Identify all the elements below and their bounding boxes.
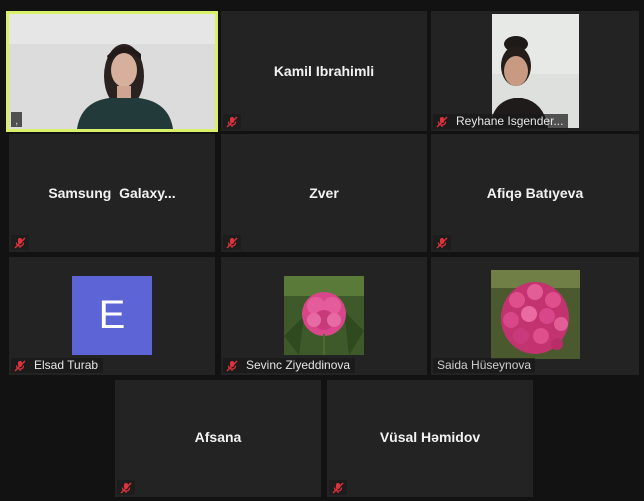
avatar-letter: E <box>72 276 152 355</box>
muted-mic-icon <box>436 237 448 248</box>
participant-tile-active-speaker[interactable]: , <box>6 11 218 132</box>
participant-tile[interactable]: Saida Hüseynova <box>431 257 639 375</box>
participant-tile[interactable]: Reyhane Isgender... <box>431 11 639 131</box>
participant-name: Afiqə Batıyeva <box>486 185 584 201</box>
participant-tile[interactable]: E Elsad Turab <box>9 257 215 375</box>
participant-status <box>223 235 241 250</box>
participant-status: Sevinc Ziyeddinova <box>223 358 356 373</box>
muted-mic-icon <box>14 360 26 371</box>
participant-name-label: , <box>11 112 23 127</box>
participant-name: Vüsal Həmidov <box>379 429 481 445</box>
participant-tile[interactable]: Vüsal Həmidov <box>327 380 533 497</box>
participant-name: Zver <box>309 185 339 201</box>
participant-name: Afsana <box>194 429 242 445</box>
muted-mic-icon <box>226 360 238 371</box>
muted-mic-icon <box>226 116 238 127</box>
participant-tile[interactable]: Sevinc Ziyeddinova <box>221 257 427 375</box>
participant-status: Saida Hüseynova <box>433 358 536 373</box>
participant-tile[interactable]: Kamil Ibrahimli <box>221 11 427 131</box>
participant-name-label: Sevinc Ziyeddinova <box>246 358 351 372</box>
participant-status <box>117 480 135 495</box>
muted-mic-icon <box>120 482 132 493</box>
participant-status <box>223 114 241 129</box>
participant-name: Samsung Galaxy... <box>48 185 176 201</box>
participant-status: Reyhane Isgender... <box>433 114 569 129</box>
participant-status: Elsad Turab <box>11 358 104 373</box>
participant-tile[interactable]: Afsana <box>115 380 321 497</box>
muted-mic-icon <box>14 237 26 248</box>
muted-mic-icon <box>226 237 238 248</box>
video-frame <box>9 14 215 129</box>
muted-mic-icon <box>332 482 344 493</box>
avatar <box>284 276 364 355</box>
gallery-view: , Kamil Ibrahimli Reyhane Isgender... Sa… <box>0 0 644 501</box>
participant-status <box>11 235 29 250</box>
participant-tile[interactable]: Zver <box>221 134 427 252</box>
participant-video <box>9 14 215 129</box>
participant-name-label: Elsad Turab <box>34 358 99 372</box>
participant-status <box>329 480 347 495</box>
muted-mic-icon <box>436 116 448 127</box>
participant-video <box>492 14 579 128</box>
avatar <box>491 270 580 359</box>
participant-name-label: Reyhane Isgender... <box>456 114 564 128</box>
participant-name-label: Saida Hüseynova <box>437 358 532 372</box>
participant-status <box>433 235 451 250</box>
participant-name: Kamil Ibrahimli <box>273 63 375 79</box>
participant-tile[interactable]: Samsung Galaxy... <box>9 134 215 252</box>
avatar: E <box>72 276 152 355</box>
participant-tile[interactable]: Afiqə Batıyeva <box>431 134 639 252</box>
